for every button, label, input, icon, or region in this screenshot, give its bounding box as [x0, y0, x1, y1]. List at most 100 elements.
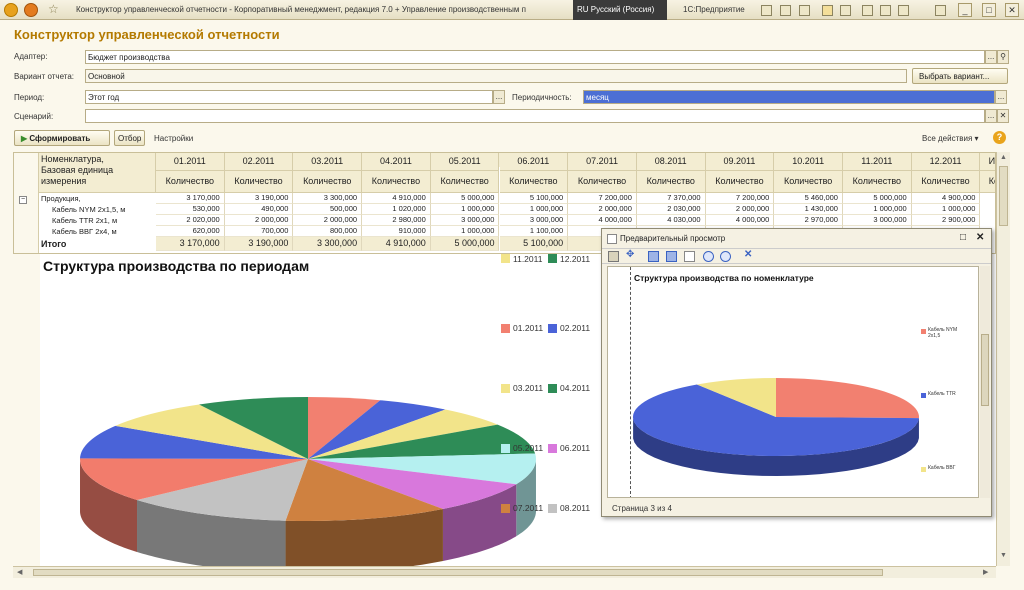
table-cell[interactable]: 1 020,000	[362, 204, 431, 215]
preview-close-icon[interactable]: ✕	[976, 232, 984, 243]
generate-button[interactable]: ▶ Сформировать	[14, 130, 110, 146]
zoom-icon[interactable]	[898, 5, 909, 16]
table-cell[interactable]: 5 000,000	[843, 193, 912, 204]
table-cell[interactable]: 1 000,000	[499, 204, 569, 215]
table-cell[interactable]: 2 000,000	[705, 204, 775, 215]
period-header[interactable]: 04.2011	[362, 153, 431, 171]
table-cell[interactable]: 1 000,000	[430, 226, 500, 237]
calendar-icon[interactable]	[880, 5, 891, 16]
table-cell[interactable]: 3 300,000	[293, 193, 363, 204]
table-cell[interactable]: 5 460,000	[774, 193, 843, 204]
period-field[interactable]: Этот год	[85, 90, 493, 104]
table-cell[interactable]: 3 170,000	[156, 193, 225, 204]
scroll-right-icon[interactable]: ▶	[983, 568, 988, 576]
link-icon[interactable]	[840, 5, 851, 16]
scenario-select-button[interactable]: ...	[985, 109, 997, 123]
maximize-icon[interactable]: □	[982, 3, 996, 17]
periodicity-field[interactable]: месяц	[583, 90, 995, 104]
table-cell[interactable]: 3 190,000	[224, 193, 294, 204]
table-cell[interactable]: 4 000,000	[568, 215, 637, 226]
table-cell[interactable]: 2 000,000	[224, 215, 294, 226]
page-first-icon[interactable]	[648, 251, 659, 262]
table-cell[interactable]: 490,000	[224, 204, 294, 215]
preview-vscroll[interactable]	[980, 266, 990, 498]
adapter-search-icon[interactable]: ⚲	[997, 50, 1009, 64]
table-cell[interactable]: 7 370,000	[636, 193, 706, 204]
periodicity-select-button[interactable]: ...	[995, 90, 1007, 104]
table-cell[interactable]: 2 970,000	[774, 215, 843, 226]
choose-variant-button[interactable]: Выбрать вариант...	[912, 68, 1008, 84]
save-icon[interactable]	[761, 5, 772, 16]
table-cell[interactable]: 3 000,000	[499, 215, 569, 226]
table-cell[interactable]: 2 000,000	[293, 215, 363, 226]
menu-icon[interactable]	[24, 3, 38, 17]
zoom-out-icon[interactable]	[720, 251, 731, 262]
vertical-scrollbar[interactable]: ▲ ▼	[996, 152, 1010, 566]
scroll-up-icon[interactable]: ▲	[1000, 154, 1007, 161]
period-header[interactable]: 11.2011	[843, 153, 912, 171]
table-cell[interactable]: 910,000	[362, 226, 431, 237]
scenario-field[interactable]	[85, 109, 985, 123]
period-header[interactable]: 02.2011	[224, 153, 294, 171]
language-indicator[interactable]: RU Русский (Россия)	[573, 0, 667, 20]
table-cell[interactable]: 1 100,000	[499, 226, 569, 237]
move-icon[interactable]: ✥	[626, 249, 637, 260]
period-header[interactable]: 06.2011	[499, 153, 569, 171]
table-cell[interactable]: 4 910,000	[362, 193, 431, 204]
period-header[interactable]: 08.2011	[636, 153, 706, 171]
table-cell[interactable]: 5 000,000	[430, 193, 500, 204]
print-icon[interactable]	[780, 5, 791, 16]
calculator-icon[interactable]	[862, 5, 873, 16]
period-header[interactable]: 05.2011	[430, 153, 500, 171]
app-logo-icon[interactable]	[4, 3, 18, 17]
star-icon[interactable]: ☆	[48, 2, 59, 16]
table-cell[interactable]: 2 900,000	[911, 215, 981, 226]
page-prev-icon[interactable]	[666, 251, 677, 262]
table-cell[interactable]: 1 000,000	[430, 204, 500, 215]
period-header[interactable]: 12.2011	[911, 153, 981, 171]
table-cell[interactable]: 500,000	[293, 204, 363, 215]
table-cell[interactable]: 4 000,000	[705, 215, 775, 226]
table-cell[interactable]: 620,000	[156, 226, 225, 237]
table-cell[interactable]: 3 000,000	[843, 215, 912, 226]
table-cell[interactable]: 2 980,000	[362, 215, 431, 226]
info-icon[interactable]	[935, 5, 946, 16]
close-preview-icon[interactable]: ✕	[744, 249, 755, 260]
adapter-select-button[interactable]: ...	[985, 50, 997, 64]
settings-button[interactable]: Настройки	[154, 134, 193, 143]
help-icon[interactable]: ?	[993, 131, 1006, 144]
preview-scroll-thumb[interactable]	[981, 334, 989, 406]
period-header[interactable]: 09.2011	[705, 153, 775, 171]
preview-maximize-icon[interactable]: □	[960, 232, 966, 243]
hscroll-thumb[interactable]	[33, 569, 883, 576]
preview-window[interactable]: Предварительный просмотр □ ✕ ✥ ✕ Структу…	[601, 228, 992, 517]
adapter-field[interactable]: Бюджет производства	[85, 50, 985, 64]
table-cell[interactable]: 4 030,000	[636, 215, 706, 226]
table-cell[interactable]: 1 430,000	[774, 204, 843, 215]
zoom-in-icon[interactable]	[703, 251, 714, 262]
table-cell[interactable]: 5 100,000	[499, 193, 569, 204]
table-cell[interactable]: 700,000	[224, 226, 294, 237]
period-select-button[interactable]: ...	[493, 90, 505, 104]
table-cell[interactable]: 1 000,000	[843, 204, 912, 215]
page-view-icon[interactable]	[684, 251, 695, 262]
variant-field[interactable]: Основной	[85, 69, 907, 83]
collapse-toggle-icon[interactable]: −	[19, 196, 27, 204]
table-cell[interactable]: 530,000	[156, 204, 225, 215]
table-cell[interactable]: 7 200,000	[705, 193, 775, 204]
horizontal-scrollbar[interactable]: ◀ ▶	[13, 566, 996, 578]
table-cell[interactable]: 2 030,000	[636, 204, 706, 215]
scenario-clear-button[interactable]: ✕	[997, 109, 1009, 123]
mail-icon[interactable]	[799, 5, 810, 16]
all-actions-menu[interactable]: Все действия ▾	[922, 134, 979, 143]
table-cell[interactable]: 2 020,000	[156, 215, 225, 226]
table-cell[interactable]: 2 000,000	[568, 204, 637, 215]
minimize-icon[interactable]: _	[958, 3, 972, 17]
scroll-down-icon[interactable]: ▼	[1000, 552, 1007, 559]
close-icon[interactable]: ✕	[1005, 3, 1019, 17]
period-header[interactable]: 10.2011	[774, 153, 843, 171]
table-cell[interactable]: 7 200,000	[568, 193, 637, 204]
scroll-thumb[interactable]	[999, 166, 1008, 226]
favorites-icon[interactable]	[822, 5, 833, 16]
print-icon[interactable]	[608, 251, 619, 262]
